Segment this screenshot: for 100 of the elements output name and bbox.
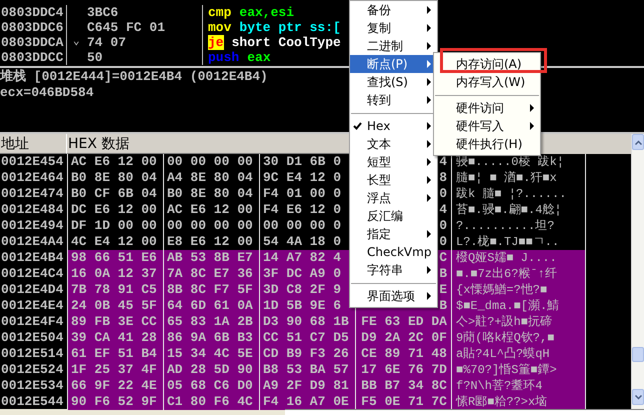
ascii-cell: ■.■7z出6?糇ˉ↑纤 [451, 266, 585, 282]
hex-cell: 61 EF 51 B4 [67, 346, 163, 362]
hex-cell: AC E6 12 00 [163, 202, 259, 218]
hex-cell: 1F 25 37 4F [67, 362, 163, 378]
opcode-bytes: 74 07 [87, 35, 126, 50]
hex-cell: 98 66 51 E6 [67, 250, 163, 266]
ascii-cell: {x慄媽鰌=?忚?■ [451, 282, 585, 298]
hex-cell: 00 00 00 00 [163, 218, 259, 234]
ascii-cell: 膸■¦ ■ 湭■.犴■x [451, 170, 585, 186]
scrollbar-thumb[interactable] [632, 347, 644, 362]
hex-cell: D3 90 68 1B [259, 314, 355, 330]
opcode-bytes: C645 FC 01 [87, 20, 166, 35]
address-cell-text: 0012E4A4 [0, 234, 64, 250]
hex-cell: 39 CA 41 28 [67, 330, 163, 346]
address-cell-text: 0012E544 [0, 394, 64, 410]
instruction-mnemonic: cmp [208, 5, 232, 20]
menu-item[interactable]: 硬件访问 [434, 99, 540, 117]
menu-item[interactable]: 复制 [350, 19, 437, 37]
hex-cell: 00 00 00 00 [163, 154, 259, 170]
hex-cell: B0 8E 80 04 [163, 186, 259, 202]
address-cell: 0803DDCC [0, 50, 67, 65]
address-cell: 0803DDCA [0, 35, 67, 50]
hex-cell: B0 CF 6B 04 [67, 186, 163, 202]
hex-cell: A9 2F D9 81 [259, 378, 355, 394]
instruction-operand: short CoolType [232, 35, 341, 50]
hex-cell: 90 F6 52 9F [67, 394, 163, 410]
hex-cell: 64 6D 61 0A [163, 298, 259, 314]
hex-cell: 86 9A 6B B3 [163, 330, 259, 346]
hex-cell: BB B7 34 8C [355, 378, 451, 394]
hex-cell: DF 1D 00 00 [67, 218, 163, 234]
ascii-cell: ■%70?]惛S箽■鐔> [451, 362, 585, 378]
address-cell-text: 0012E454 [0, 154, 64, 170]
ascii-cell: 愫R郾■粭??>x垴 [451, 394, 585, 410]
hex-cell: F5 0E 71 7C [355, 394, 451, 410]
ascii-cell: ?..........坦? [451, 218, 585, 234]
hex-cell: FE 63 ED DA [355, 314, 451, 330]
ascii-cell: a貼?4L^凸?蟆qH [451, 346, 585, 362]
opcode-bytes: 3BC6 [87, 5, 118, 20]
scroll-up-button[interactable] [632, 134, 644, 150]
hex-cell: CC 51 C7 D5 [259, 330, 355, 346]
hex-cell: B8 53 BA 57 [259, 362, 355, 378]
instruction-mnemonic: push [208, 50, 240, 65]
chevron-down-icon [634, 394, 642, 400]
ascii-cell: 9蕑(咯k桯Q钦?,■ [451, 330, 585, 346]
instruction-mnemonic: mov [208, 20, 232, 35]
address-cell: 0803DDC6 [0, 20, 67, 35]
ascii-cell: 橃Q娅S嬬■ J.... [451, 250, 585, 266]
chevron-up-icon [634, 140, 642, 144]
hex-cell: 16 0A 12 37 [67, 266, 163, 282]
scroll-down-button[interactable] [632, 389, 644, 405]
address-cell-text: 0012E524 [0, 362, 64, 378]
info-line: ecx=046BD584 [0, 85, 94, 101]
instruction-mnemonic: je [208, 35, 224, 50]
instruction-operand: eax [247, 50, 271, 65]
address-cell-text: 0012E474 [0, 186, 64, 202]
hex-cell: 7A 8C E7 36 [163, 266, 259, 282]
menu-item[interactable]: 硬件写入 [434, 117, 540, 135]
hex-cell: 17 6E 76 7D [355, 362, 451, 378]
address-cell-text: 0012E504 [0, 330, 64, 346]
hex-cell: 1D 5B 9E 6 [259, 298, 355, 314]
address-cell: 0803DDC4 [0, 5, 67, 20]
hex-cell: 05 68 C6 D0 [163, 378, 259, 394]
ascii-cell: $■E_dma.■[瀕.鯖 [451, 298, 585, 314]
address-cell-text: 0012E4C4 [0, 266, 64, 282]
address-cell-text: 0012E4D4 [0, 282, 64, 298]
hex-cell: AC E6 12 00 [67, 154, 163, 170]
hex-cell: AD 28 5D 90 [163, 362, 259, 378]
address-cell-text: 0012E484 [0, 202, 64, 218]
address-cell-text: 0012E464 [0, 170, 64, 186]
hex-cell: 65 83 1A 2B [163, 314, 259, 330]
jump-marker: ⌄ [73, 35, 81, 50]
hex-cell: B0 8E 80 04 [67, 170, 163, 186]
address-cell-text: 0012E534 [0, 378, 64, 394]
column-header[interactable]: 地址 [0, 134, 67, 154]
hex-cell: 66 9F 22 4E [67, 378, 163, 394]
hex-cell: CE 89 71 48 [355, 346, 451, 362]
hex-cell: 24 0B 45 5F [67, 298, 163, 314]
ascii-cell: 跋k 膸■ ¦?...... [451, 186, 585, 202]
hex-cell: D9 2A 2C 0F [355, 330, 451, 346]
ascii-cell: 亽>黈?+訯h■抏碲 [451, 314, 585, 330]
hex-cell: A4 8E 80 04 [163, 170, 259, 186]
hex-cell: 15 34 4C 5E [163, 346, 259, 362]
hex-cell: CD B9 F3 26 [259, 346, 355, 362]
instruction-operand: eax,esi [239, 5, 294, 20]
hex-cell: 7B 78 91 C5 [67, 282, 163, 298]
ascii-cell: 苔■.骎■.翩■.4艌¦ [451, 202, 585, 218]
hex-cell: 89 FB 3E CC [67, 314, 163, 330]
hex-cell: F4 16 A7 0E [259, 394, 355, 410]
hex-cell: DC E6 12 00 [67, 202, 163, 218]
address-cell-text: 0012E4B4 [0, 250, 64, 266]
opcode-bytes: 50 [87, 50, 103, 65]
hex-cell: C1 80 F6 4C [163, 394, 259, 410]
address-cell-text: 0012E4E4 [0, 298, 64, 314]
menu-item[interactable]: 内存写入(W) [434, 73, 540, 91]
ascii-cell: f?N\h菩?耋环4 [451, 378, 585, 394]
address-cell-text: 0012E494 [0, 218, 64, 234]
instruction-operand: byte ptr ss:[ [239, 20, 341, 35]
menu-item[interactable]: 备份 [350, 1, 437, 19]
hex-cell: 8B 8C F7 5F [163, 282, 259, 298]
address-cell-text: 0012E514 [0, 346, 64, 362]
